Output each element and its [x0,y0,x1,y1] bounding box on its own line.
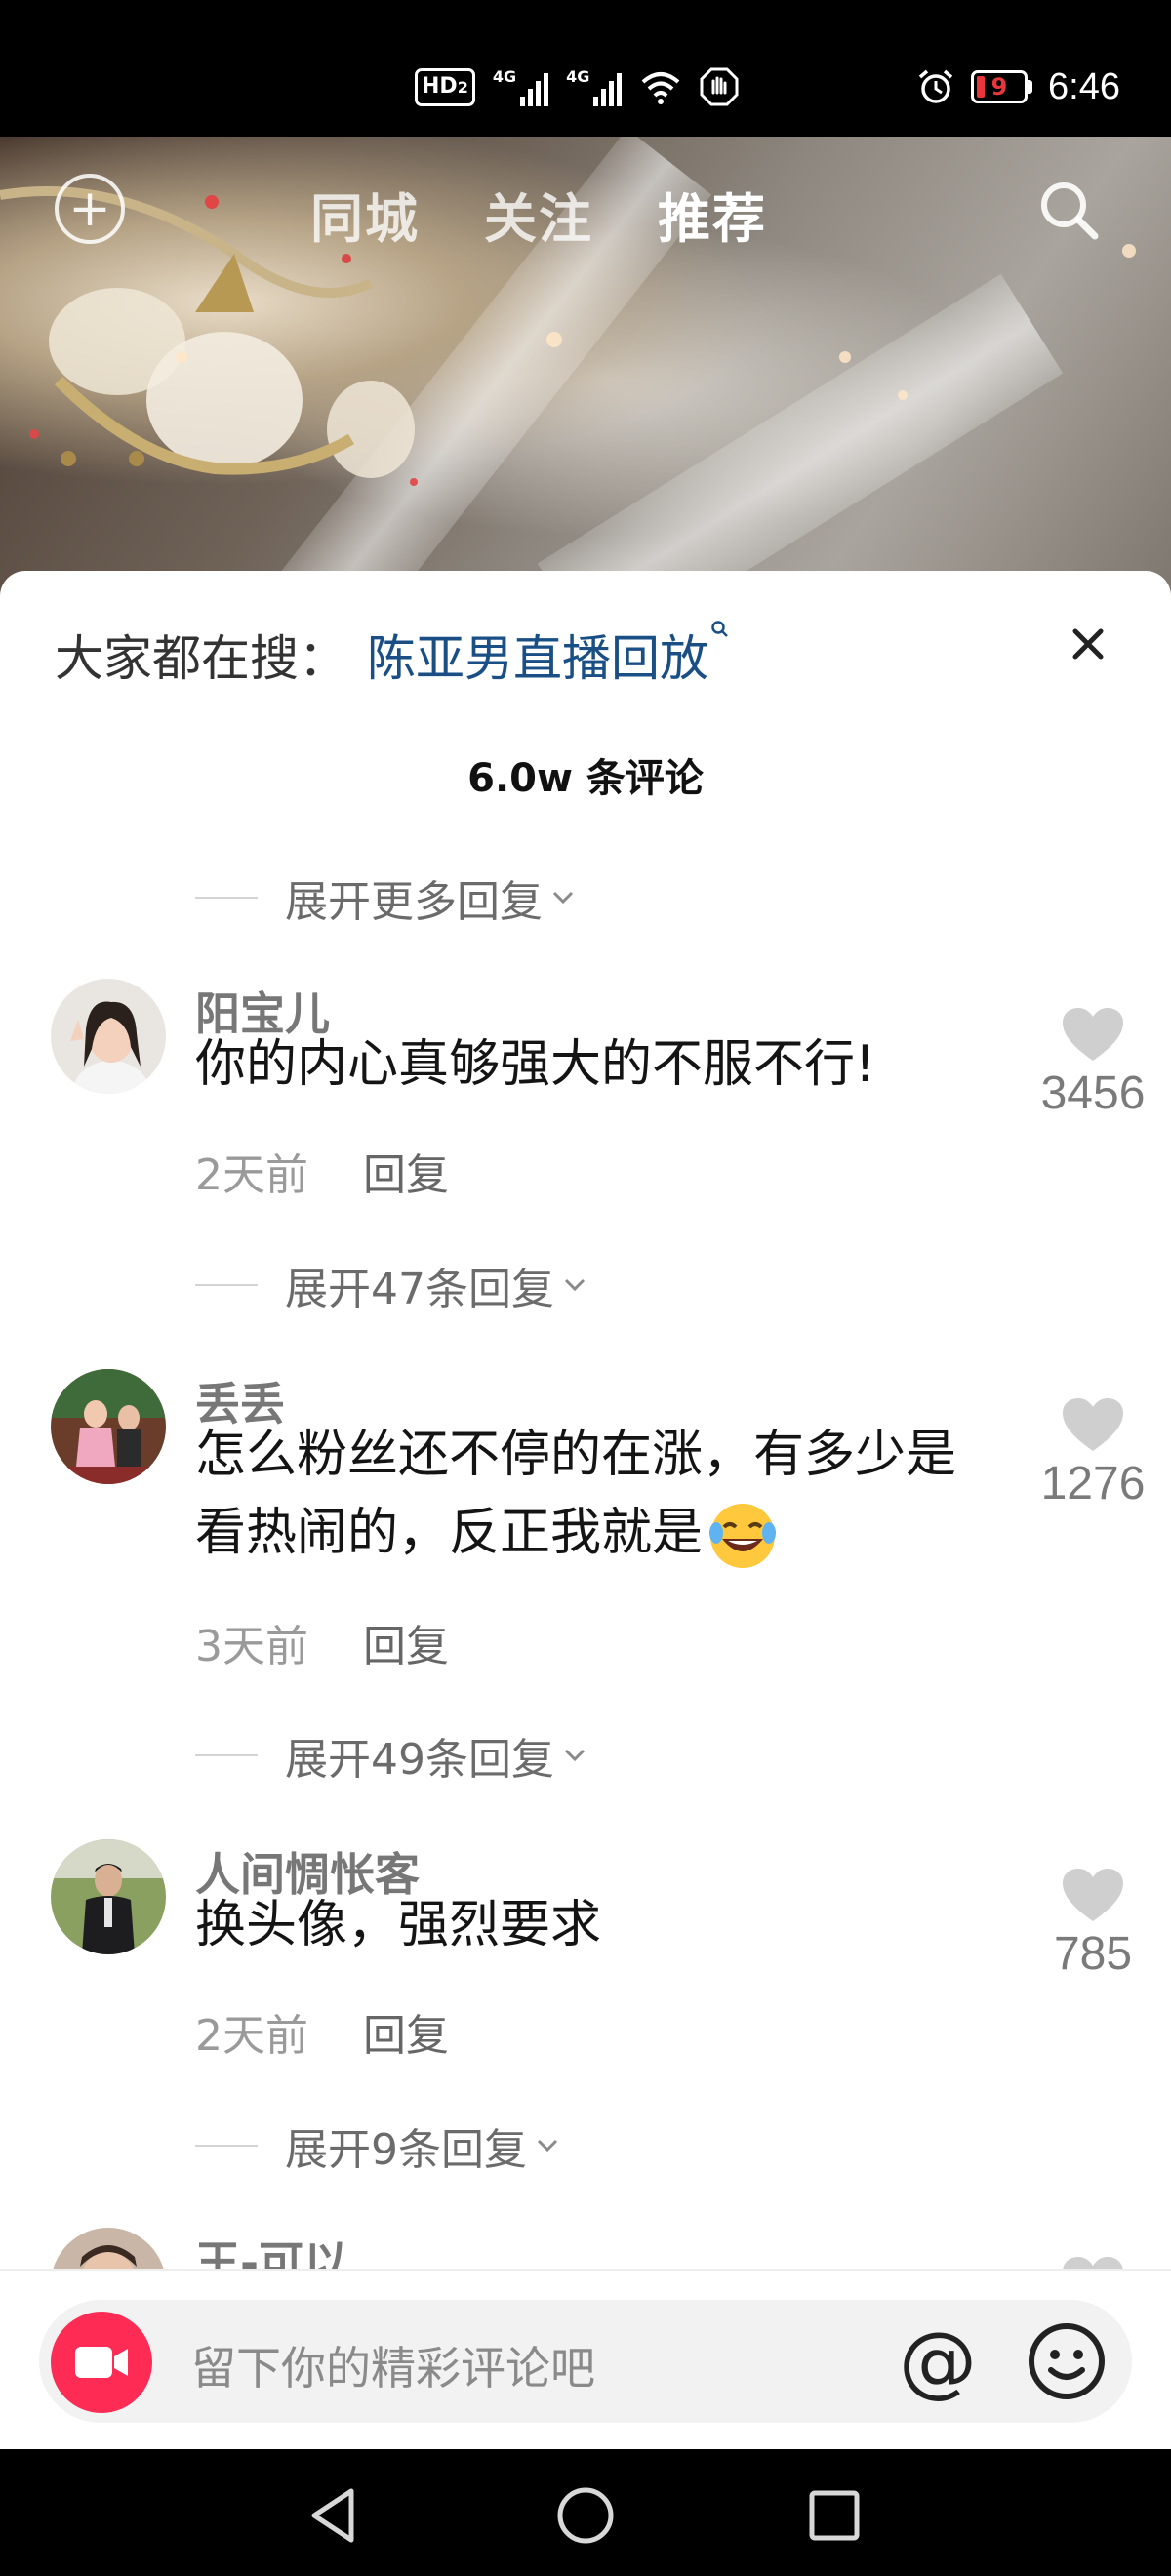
expand-more-replies[interactable]: 展开更多回复 [195,866,578,929]
like-button[interactable]: 1276 [1020,1396,1166,1510]
heart-icon [1063,1869,1123,1921]
comment-text-wrap: 怎么粉丝还不停的在涨，有多少是看热闹的，反正我就是 [195,1416,995,1572]
comment-count: 6.0w 条评论 [467,756,704,801]
avatar[interactable] [51,1369,166,1484]
chevron-down-icon [537,2139,558,2153]
network-type-label: 4G [492,67,517,86]
reply-button[interactable]: 回复 [363,2000,449,2063]
comments-sheet: 大家都在搜： 陈亚男直播回放 6.0w 条评论 展开更多回复 阳宝儿 你的内心真… [0,571,1171,2269]
comment-meta: 3天前 回复 [195,1611,449,1673]
comment-author[interactable]: 王-可以 [195,2228,348,2269]
like-button[interactable] [1020,2255,1166,2269]
search-icon[interactable] [1034,176,1103,244]
reply-button[interactable]: 回复 [363,1611,449,1673]
expand-replies[interactable]: 展开9条回复 [195,2114,562,2177]
recents-icon[interactable] [802,2483,867,2548]
expand-replies[interactable]: 展开47条回复 [195,1254,589,1316]
chevron-down-icon [552,891,574,905]
clock: 6:46 [1048,65,1120,107]
search-suggestion-prefix: 大家都在搜： [55,630,347,687]
expand-replies-label: 展开49条回复 [285,1735,554,1785]
status-icons: HD2 4G 4G [415,60,739,113]
home-icon[interactable] [553,2483,618,2548]
comment-input-bar: 留下你的精彩评论吧 @ [0,2269,1171,2449]
comment-input-placeholder[interactable]: 留下你的精彩评论吧 [191,2333,595,2397]
expand-replies[interactable]: 展开49条回复 [195,1724,589,1787]
chevron-down-icon [564,1278,586,1292]
avatar[interactable] [51,979,166,1094]
comment-input[interactable]: 留下你的精彩评论吧 @ [39,2300,1132,2423]
heart-icon [1063,1008,1123,1061]
hd-icon: HD2 [415,67,475,106]
battery-level: 9 [990,73,1008,101]
battery-icon: 9 [971,70,1033,103]
comment-time: 2天前 [195,1150,308,1200]
status-bar: HD2 4G 4G 9 6:46 [0,0,1171,137]
like-count: 785 [1053,1928,1133,1980]
expand-replies-label: 展开9条回复 [285,2125,527,2175]
like-count: 3456 [1040,1067,1146,1119]
wifi-icon [642,72,680,104]
signal-icon: 4G [566,67,623,106]
alarm-icon [918,69,953,103]
laughing-tears-emoji-icon [709,1504,777,1568]
tab-following[interactable]: 关注 [484,176,593,253]
comment-text: 你的内心真够强大的不服不行! [195,1035,875,1094]
feed-tabs: 同城 关注 推荐 [310,176,767,253]
heart-icon [1063,1398,1123,1451]
status-right: 9 6:46 [916,60,1120,113]
chevron-down-icon [564,1749,586,1762]
heart-icon [1063,2257,1123,2269]
add-icon[interactable]: + [55,174,125,244]
comment-meta: 2天前 回复 [195,2000,449,2063]
avatar[interactable] [51,2228,166,2269]
expand-more-label: 展开更多回复 [285,877,543,927]
video-camera-icon [75,2347,128,2378]
comment-text: 换头像，强烈要求 [195,1896,602,1954]
search-suggestion-link[interactable]: 陈亚男直播回放 [367,620,708,690]
like-button[interactable]: 785 [1020,1867,1166,1981]
network-type-label: 4G [566,67,590,86]
camera-button[interactable] [51,2312,152,2413]
close-icon[interactable] [1064,620,1112,668]
comment-meta: 2天前 回复 [195,1140,449,1202]
comment-time: 2天前 [195,2011,308,2061]
comment-time: 3天前 [195,1622,308,1671]
tab-local[interactable]: 同城 [310,176,420,253]
reply-button[interactable]: 回复 [363,1140,449,1202]
signal-icon: 4G [492,67,549,106]
mention-button[interactable]: @ [898,2321,978,2401]
hand-icon [700,67,739,106]
top-nav: + 同城 关注 推荐 [0,137,1171,273]
like-button[interactable]: 3456 [1020,1006,1166,1120]
system-nav-bar [0,2449,1171,2576]
search-suggestion[interactable]: 大家都在搜： 陈亚男直播回放 [55,620,730,690]
expand-replies-label: 展开47条回复 [285,1265,554,1314]
small-search-icon [711,621,728,637]
back-icon[interactable] [303,2483,367,2548]
emoji-icon[interactable] [1027,2321,1107,2401]
tab-recommended[interactable]: 推荐 [658,176,767,253]
avatar[interactable] [51,1839,166,1954]
comment-text: 怎么粉丝还不停的在涨，有多少是看热闹的，反正我就是 [195,1426,957,1562]
like-count: 1276 [1040,1458,1146,1509]
